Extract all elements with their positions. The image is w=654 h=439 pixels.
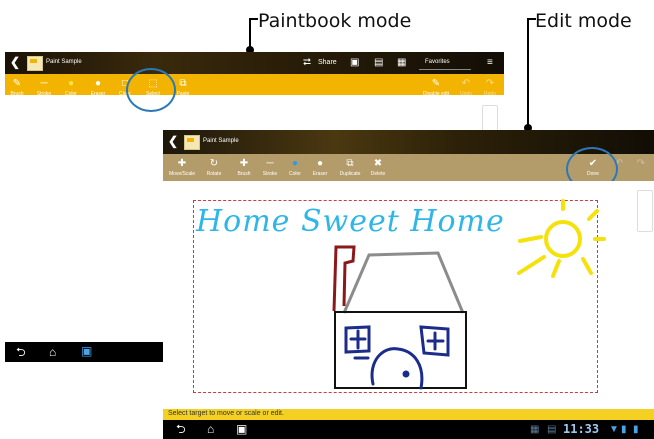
disable-edit-button[interactable]: ✎ Disable edit: [417, 78, 455, 97]
callout-line: [527, 18, 529, 128]
tool-color[interactable]: ● Color: [285, 158, 305, 177]
paintbook-mode-callout: Paintbook mode: [258, 10, 412, 32]
stroke-icon: ─: [40, 78, 48, 89]
select-highlight-circle: [126, 68, 176, 112]
sun-drawing: [517, 199, 606, 278]
notification-icon[interactable]: ▦: [530, 424, 539, 435]
signal-icon: ▮: [621, 424, 627, 435]
edit-nav-bar: ⮌ ⌂ ▣ ▦ ▤ 11:33 ▼ ▮ ▮: [163, 420, 654, 439]
recent-apps-icon[interactable]: ▣: [81, 345, 92, 357]
paintbook-title: Paint Sample: [46, 59, 82, 65]
redo-button[interactable]: ↷: [633, 158, 649, 171]
paintbook-nav-bar: ⮌ ⌂ ▣: [5, 342, 163, 362]
redo-icon: ↷: [636, 158, 646, 169]
redo-icon: ↷: [485, 78, 495, 89]
tool-brush[interactable]: ✚ Brush: [233, 158, 255, 177]
share-button[interactable]: Share: [318, 59, 337, 66]
windows-door-drawing: [344, 325, 450, 390]
status-bar: Select target to move or scale or edit.: [163, 409, 654, 420]
tool-stroke[interactable]: ─ Stroke: [259, 158, 281, 177]
paint-thumbnail-icon: [184, 135, 200, 150]
tool-delete[interactable]: ✖ Delete: [367, 158, 389, 177]
redo-button[interactable]: ↷ Redo: [481, 78, 499, 97]
tool-rotate[interactable]: ↻ Rotate: [203, 158, 225, 177]
favorites-label: Favorites: [425, 59, 450, 65]
brush-icon: ✚: [239, 158, 249, 169]
paint-thumbnail-icon: [27, 56, 43, 71]
page-add-icon[interactable]: ▤: [374, 57, 383, 68]
notification-icon[interactable]: ▤: [547, 424, 556, 435]
status-hint: Select target to move or scale or edit.: [168, 410, 284, 417]
home-nav-icon[interactable]: ⌂: [49, 346, 56, 358]
home-nav-icon[interactable]: ⌂: [207, 423, 214, 435]
paintbook-toolbar: ✎ Brush ─ Stroke ● Color ● Eraser □ Clear ⬚ Se…: [5, 74, 504, 97]
tool-brush[interactable]: ✎ Brush: [7, 78, 27, 97]
delete-icon: ✖: [373, 158, 383, 169]
tool-move-scale[interactable]: ✚ Move/Scale: [167, 158, 197, 177]
back-nav-icon[interactable]: ⮌: [176, 423, 186, 435]
chimney-drawing: [332, 245, 356, 312]
duplicate-icon: ⧉: [346, 158, 354, 169]
color-icon: ●: [291, 158, 299, 169]
wifi-icon: ▼: [609, 424, 619, 435]
roof-drawing: [342, 251, 465, 314]
tool-eraser[interactable]: ● Eraser: [87, 78, 109, 97]
tool-color[interactable]: ● Color: [61, 78, 81, 97]
stroke-icon: ─: [266, 158, 274, 169]
clock: 11:33: [563, 422, 600, 436]
battery-icon: ▮: [633, 424, 639, 435]
share-icon[interactable]: ⮂: [303, 57, 311, 68]
back-icon[interactable]: ❮: [168, 134, 178, 148]
move-scale-icon: ✚: [177, 158, 187, 169]
tool-stroke[interactable]: ─ Stroke: [33, 78, 55, 97]
disable-edit-icon: ✎: [431, 78, 441, 89]
back-nav-icon[interactable]: ⮌: [16, 346, 26, 358]
undo-button[interactable]: ↶ Undo: [457, 78, 475, 97]
canvas-drawing: [332, 199, 606, 390]
rotate-icon: ↻: [209, 158, 219, 169]
tool-duplicate[interactable]: ⧉ Duplicate: [335, 158, 365, 177]
favorites-dropdown[interactable]: Favorites: [419, 56, 471, 70]
paintbook-title-bar: ❮ Paint Sample ⮂ Share ▣ ▤ ▦ Favorites ≡: [5, 52, 504, 74]
brush-icon: ✎: [12, 78, 22, 89]
color-icon: ●: [67, 78, 75, 89]
menu-icon[interactable]: ≡: [487, 57, 493, 68]
recent-apps-icon[interactable]: ▣: [236, 423, 247, 435]
edit-title: Paint Sample: [203, 138, 239, 144]
page-icon[interactable]: ▣: [350, 57, 359, 68]
back-icon[interactable]: ❮: [10, 55, 20, 69]
eraser-icon: ●: [94, 78, 102, 89]
grid-icon[interactable]: ▦: [397, 57, 406, 68]
tool-eraser[interactable]: ● Eraser: [309, 158, 331, 177]
eraser-icon: ●: [316, 158, 324, 169]
edit-mode-callout: Edit mode: [535, 10, 632, 32]
undo-icon: ↶: [461, 78, 471, 89]
